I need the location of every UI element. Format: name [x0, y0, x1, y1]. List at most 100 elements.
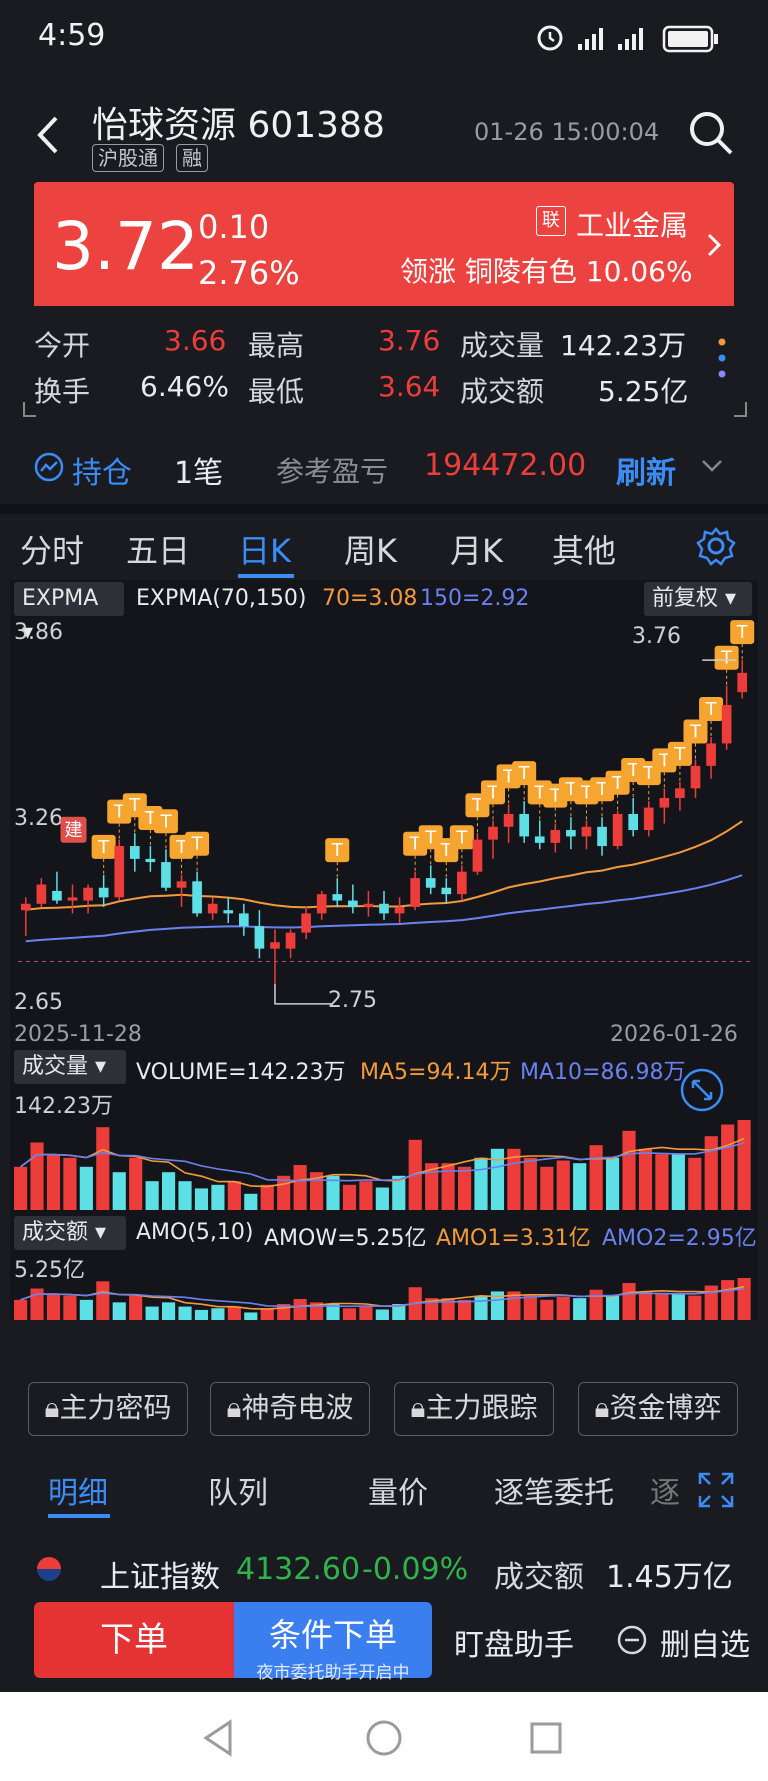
volume-dropdown[interactable]: 成交量 ▾ [14, 1050, 126, 1084]
volume-bar [194, 1188, 209, 1210]
volume-bar [145, 1181, 159, 1210]
adjust-dropdown[interactable]: 前复权 ▾ [644, 582, 752, 616]
tool-main-tracking[interactable]: 🔒︎主力跟踪 [394, 1382, 554, 1436]
sector-badge: 联 [536, 206, 566, 236]
volume-bar [721, 1124, 735, 1210]
quote-stats: 今开 3.66 最高 3.76 成交量 142.23万 换手 6.46% 最低 … [0, 312, 768, 422]
volume-bar [96, 1127, 110, 1210]
amount-bar [46, 1293, 61, 1320]
t-marker-text: T [455, 827, 468, 848]
expand-arrows-icon[interactable] [680, 1068, 724, 1112]
t-marker-text: T [518, 763, 531, 784]
candle-body [129, 846, 140, 859]
candle-body [363, 903, 374, 907]
monitor-assistant-button[interactable]: 盯盘助手 [454, 1620, 574, 1664]
amount-bar [293, 1299, 307, 1320]
amount-bar [194, 1309, 209, 1320]
fullscreen-icon[interactable] [698, 1472, 734, 1508]
candle-body [721, 704, 732, 744]
candle-body [503, 813, 514, 827]
candle-body [316, 894, 327, 914]
tab-detail[interactable]: 明细 [48, 1468, 108, 1512]
tab-weekly-k[interactable]: 周K [344, 526, 397, 572]
t-marker-text: T [159, 811, 172, 832]
volume-bar [244, 1193, 258, 1210]
low-marker-line [274, 983, 331, 1005]
remove-favorite-button[interactable]: 删自选 [660, 1620, 750, 1664]
candle-body [612, 813, 623, 847]
t-marker: T [185, 831, 210, 872]
tool-main-code[interactable]: 🔒︎主力密码 [28, 1382, 188, 1436]
active-tab-indicator [238, 574, 294, 578]
tab-daily-k[interactable]: 日K [238, 526, 291, 572]
holding-bar[interactable]: 持仓 1笔 参考盈亏 194472.00 刷新 [0, 440, 768, 500]
volume-bar [129, 1157, 143, 1210]
tab-more-clipped[interactable]: 逐 [650, 1468, 680, 1512]
back-arrow-icon[interactable] [30, 110, 70, 160]
nav-home-icon[interactable] [364, 1718, 404, 1758]
tool-capital-game[interactable]: 🔒︎资金博弈 [578, 1382, 738, 1436]
index-ticker[interactable]: 上证指数 4132.60 -0.09% 成交额 1.45万亿 [0, 1524, 768, 1604]
candle-body [581, 826, 592, 837]
tab-order-by-order[interactable]: 逐笔委托 [494, 1468, 614, 1512]
candle-body [550, 830, 561, 843]
holding-label[interactable]: 持仓 [72, 448, 132, 492]
status-time: 4:59 [38, 18, 106, 53]
expand-corners-icon[interactable] [22, 402, 748, 418]
tab-5day[interactable]: 五日 [126, 526, 190, 572]
amount-bar [260, 1308, 274, 1320]
remove-circle-icon[interactable] [616, 1624, 648, 1656]
amow-value: AMOW=5.25亿 [264, 1226, 427, 1251]
search-icon[interactable] [686, 108, 736, 158]
volume-bar [540, 1166, 554, 1210]
lock-icon: 🔒︎ [44, 1391, 60, 1424]
nav-recents-icon[interactable] [528, 1720, 564, 1756]
conditional-order-button[interactable]: 条件下单 夜市委托助手开启中 [234, 1602, 432, 1683]
price-banner[interactable]: 3.72 0.10 2.76% 联 工业金属 领涨 铜陵有色 10.06% [34, 182, 734, 306]
t-marker: T [667, 741, 692, 782]
t-marker-text: T [331, 840, 344, 861]
amount-dropdown[interactable]: 成交额 ▾ [14, 1216, 126, 1250]
open-label: 今开 [34, 329, 91, 362]
chevron-down-icon[interactable] [700, 458, 724, 474]
nav-back-icon[interactable] [200, 1718, 236, 1758]
candle-body [597, 826, 607, 847]
volume-bar [46, 1154, 61, 1210]
index-name: 上证指数 [100, 1560, 220, 1595]
kline-chart-area[interactable]: EXPMA ▾ EXPMA(70,150) 70=3.08 150=2.92 前… [10, 580, 758, 1320]
candle-body [379, 903, 389, 914]
divider [0, 504, 768, 514]
ema150-value: 150=2.92 [420, 586, 530, 611]
index-amount-label: 成交额 [494, 1560, 584, 1595]
volume-bar [342, 1184, 357, 1210]
amount-bar [688, 1295, 702, 1320]
candle-body [83, 887, 93, 901]
volume-bar [14, 1166, 28, 1210]
order-button[interactable]: 下单 [34, 1602, 234, 1678]
amount-bar [178, 1306, 192, 1320]
status-icons [537, 25, 718, 53]
candle-body [659, 797, 670, 808]
tab-other[interactable]: 其他 [552, 526, 616, 572]
volume-label: 成交量 [460, 329, 545, 362]
settings-gear-icon[interactable] [696, 526, 736, 566]
tab-monthly-k[interactable]: 月K [450, 526, 503, 572]
status-bar: 4:59 [0, 0, 768, 72]
amount-bar [573, 1298, 587, 1320]
tab-queue[interactable]: 队列 [208, 1468, 268, 1512]
amount-bar [458, 1299, 472, 1320]
tab-volume-price[interactable]: 量价 [368, 1468, 428, 1512]
candle-body [394, 906, 405, 914]
volume-bar [359, 1181, 373, 1210]
t-marker-text: T [191, 834, 204, 855]
amount-bar [14, 1299, 28, 1320]
t-marker: T [325, 838, 350, 879]
volume-bar [474, 1157, 488, 1210]
tab-intraday[interactable]: 分时 [20, 526, 84, 572]
index-value: 4132.60 [236, 1552, 361, 1587]
tool-magic-wave[interactable]: 🔒︎神奇电波 [210, 1382, 370, 1436]
refresh-button[interactable]: 刷新 [616, 448, 676, 492]
more-dots-icon[interactable] [716, 334, 728, 384]
indicator-dropdown[interactable]: EXPMA ▾ [14, 582, 124, 645]
candle-body [457, 871, 467, 895]
